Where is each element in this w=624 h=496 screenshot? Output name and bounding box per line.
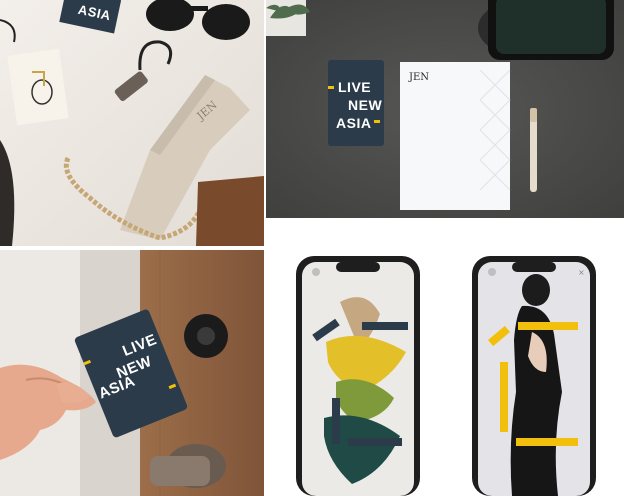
plant	[266, 0, 310, 36]
stationery-photo	[266, 0, 624, 218]
card-line2: NEW	[348, 97, 383, 113]
phones-photo: ×	[296, 256, 596, 496]
flatlay-photo	[0, 0, 264, 246]
keycard-panel: LIVE NEW ASIA	[0, 250, 264, 496]
phone-right: ×	[472, 256, 596, 496]
card-line1: LIVE	[338, 79, 372, 95]
letterhead-logo: JEN	[409, 72, 430, 83]
phone-left	[296, 256, 420, 496]
card-line3: ASIA	[336, 115, 372, 131]
phones-panel: ×	[266, 222, 624, 496]
flatlay-panel: ASIA JEN	[0, 0, 264, 246]
stationery-panel: LIVE NEW ASIA JEN	[266, 0, 624, 218]
svg-text:×: ×	[578, 268, 585, 277]
phone-on-desk	[478, 0, 614, 60]
